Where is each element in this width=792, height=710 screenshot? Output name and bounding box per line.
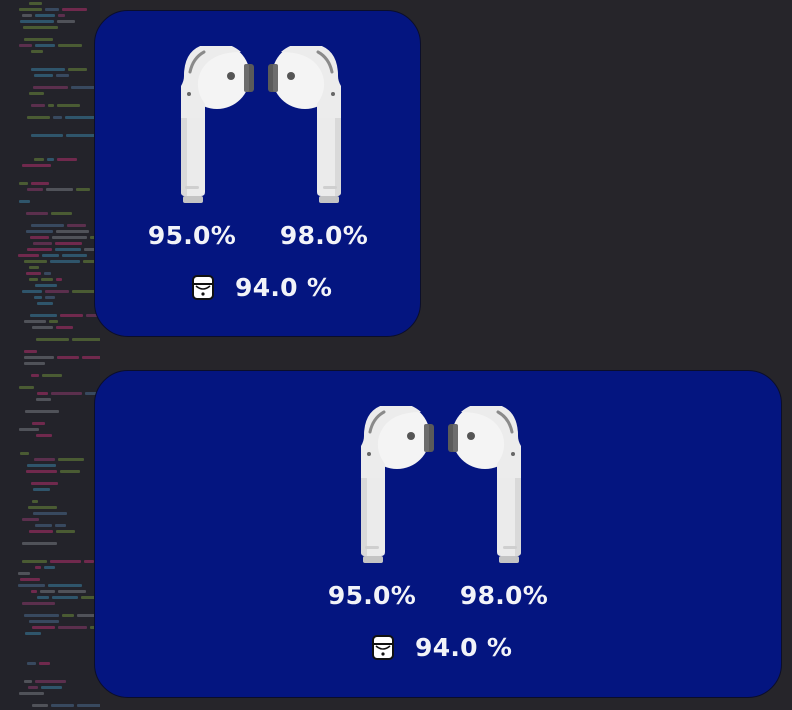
left-airpod-battery: 95.0% bbox=[147, 221, 237, 250]
airpods-case-icon bbox=[191, 274, 215, 301]
airpods-case-icon bbox=[371, 634, 395, 661]
case-battery: 94.0 % bbox=[235, 273, 333, 302]
case-battery-row: 94.0 % bbox=[371, 633, 512, 662]
right-airpod-icon bbox=[445, 406, 525, 566]
right-airpod-icon bbox=[265, 46, 345, 206]
right-airpod-battery: 98.0% bbox=[279, 221, 369, 250]
left-airpod-battery: 95.0% bbox=[327, 581, 417, 610]
left-airpod-icon bbox=[357, 406, 437, 566]
airpods-battery-widget-small[interactable]: 95.0% 98.0% 94.0 % bbox=[94, 10, 421, 337]
background-code-editor bbox=[0, 0, 100, 710]
case-battery: 94.0 % bbox=[415, 633, 513, 662]
left-airpod-icon bbox=[177, 46, 257, 206]
case-battery-row: 94.0 % bbox=[191, 273, 332, 302]
airpods-battery-widget-medium[interactable]: 95.0% 98.0% 94.0 % bbox=[94, 370, 782, 698]
right-airpod-battery: 98.0% bbox=[459, 581, 549, 610]
